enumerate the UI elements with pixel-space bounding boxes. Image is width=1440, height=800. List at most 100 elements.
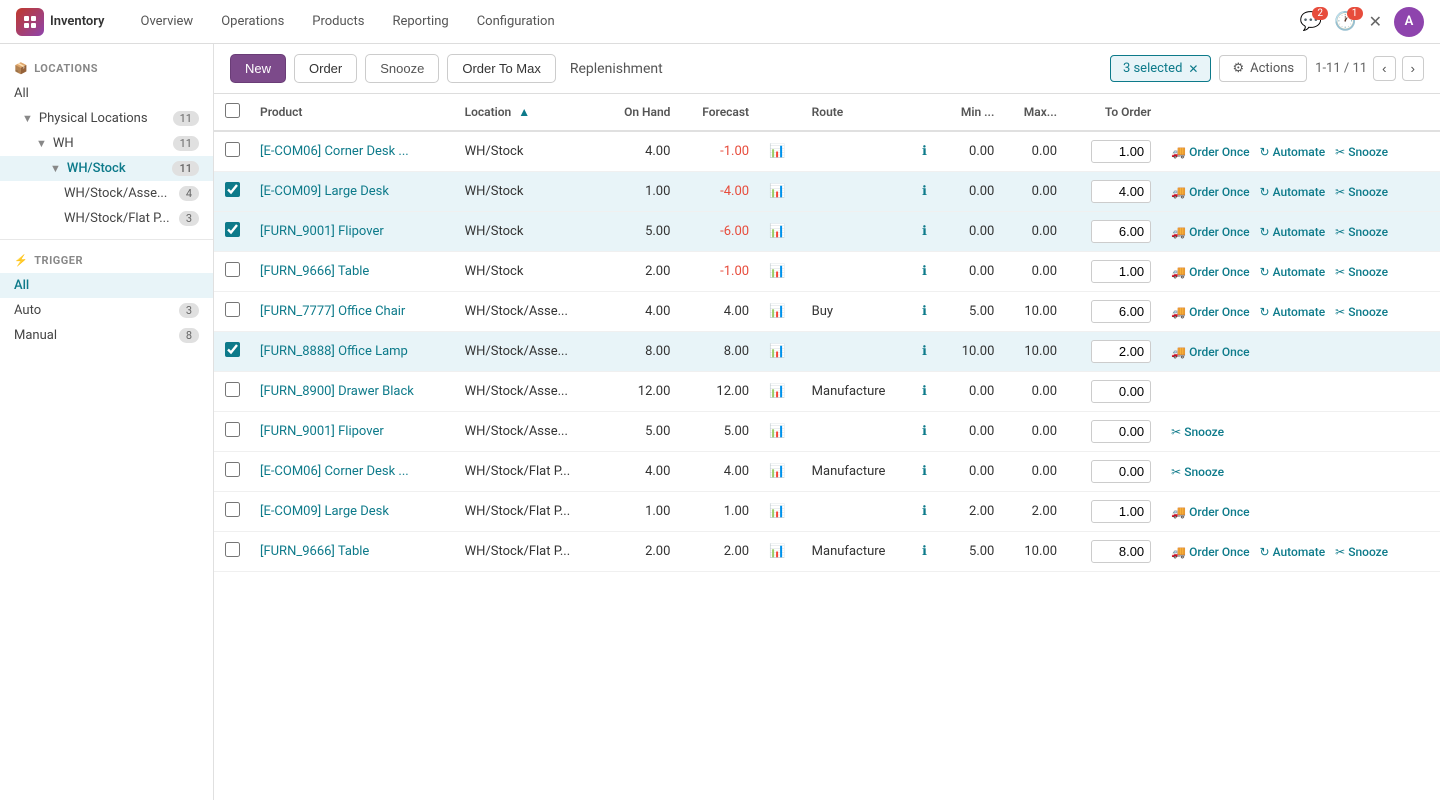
close-icon[interactable]: ✕ bbox=[1369, 12, 1382, 31]
sidebar-wh-stock-asse[interactable]: WH/Stock/Asse... 4 bbox=[0, 181, 213, 206]
snooze-link[interactable]: ✂ Snooze bbox=[1171, 465, 1224, 479]
info-icon[interactable]: ℹ bbox=[922, 544, 927, 559]
to-order-cell[interactable] bbox=[1067, 292, 1161, 332]
row-checkbox[interactable] bbox=[225, 382, 240, 397]
chart-icon[interactable]: 📊 bbox=[769, 144, 785, 159]
product-cell[interactable]: [FURN_9666] Table bbox=[250, 252, 455, 292]
user-avatar[interactable]: A bbox=[1394, 7, 1424, 37]
chart-icon[interactable]: 📊 bbox=[769, 504, 785, 519]
info-icon-cell[interactable]: ℹ bbox=[912, 492, 941, 532]
info-icon[interactable]: ℹ bbox=[922, 344, 927, 359]
to-order-input[interactable] bbox=[1091, 380, 1151, 403]
next-page-button[interactable]: › bbox=[1402, 56, 1424, 81]
info-icon-cell[interactable]: ℹ bbox=[912, 332, 941, 372]
to-order-cell[interactable] bbox=[1067, 131, 1161, 172]
chart-icon[interactable]: 📊 bbox=[769, 424, 785, 439]
snooze-link[interactable]: ✂ Snooze bbox=[1335, 265, 1388, 279]
info-icon[interactable]: ℹ bbox=[922, 264, 927, 279]
to-order-input[interactable] bbox=[1091, 300, 1151, 323]
order-once-link[interactable]: 🚚 Order Once bbox=[1171, 505, 1249, 519]
chart-icon-cell[interactable]: 📊 bbox=[759, 172, 802, 212]
automate-link[interactable]: ↻ Automate bbox=[1260, 545, 1326, 559]
snooze-link[interactable]: ✂ Snooze bbox=[1335, 305, 1388, 319]
to-order-cell[interactable] bbox=[1067, 252, 1161, 292]
snooze-link[interactable]: ✂ Snooze bbox=[1335, 225, 1388, 239]
chart-icon-cell[interactable]: 📊 bbox=[759, 332, 802, 372]
snooze-link[interactable]: ✂ Snooze bbox=[1171, 425, 1224, 439]
row-checkbox[interactable] bbox=[225, 262, 240, 277]
messages-button[interactable]: 💬 2 bbox=[1300, 11, 1322, 32]
to-order-input[interactable] bbox=[1091, 180, 1151, 203]
to-order-input[interactable] bbox=[1091, 140, 1151, 163]
info-icon-cell[interactable]: ℹ bbox=[912, 452, 941, 492]
automate-link[interactable]: ↻ Automate bbox=[1260, 265, 1326, 279]
order-once-link[interactable]: 🚚 Order Once bbox=[1171, 145, 1249, 159]
chart-icon-cell[interactable]: 📊 bbox=[759, 452, 802, 492]
to-order-input[interactable] bbox=[1091, 260, 1151, 283]
selected-badge[interactable]: 3 selected ✕ bbox=[1110, 55, 1212, 82]
row-checkbox[interactable] bbox=[225, 462, 240, 477]
sidebar-physical-locations[interactable]: ▼ Physical Locations 11 bbox=[0, 106, 213, 131]
to-order-input[interactable] bbox=[1091, 220, 1151, 243]
info-icon-cell[interactable]: ℹ bbox=[912, 372, 941, 412]
info-icon-cell[interactable]: ℹ bbox=[912, 292, 941, 332]
to-order-input[interactable] bbox=[1091, 460, 1151, 483]
to-order-cell[interactable] bbox=[1067, 452, 1161, 492]
to-order-input[interactable] bbox=[1091, 500, 1151, 523]
chart-icon-cell[interactable]: 📊 bbox=[759, 532, 802, 572]
product-cell[interactable]: [E-COM09] Large Desk bbox=[250, 172, 455, 212]
info-icon[interactable]: ℹ bbox=[922, 144, 927, 159]
automate-link[interactable]: ↻ Automate bbox=[1260, 145, 1326, 159]
nav-configuration[interactable]: Configuration bbox=[465, 8, 567, 35]
info-icon-cell[interactable]: ℹ bbox=[912, 212, 941, 252]
row-checkbox[interactable] bbox=[225, 542, 240, 557]
chart-icon[interactable]: 📊 bbox=[769, 384, 785, 399]
info-icon-cell[interactable]: ℹ bbox=[912, 252, 941, 292]
chart-icon-cell[interactable]: 📊 bbox=[759, 292, 802, 332]
product-cell[interactable]: [E-COM06] Corner Desk ... bbox=[250, 131, 455, 172]
to-order-input[interactable] bbox=[1091, 540, 1151, 563]
nav-products[interactable]: Products bbox=[300, 8, 376, 35]
sidebar-wh[interactable]: ▼ WH 11 bbox=[0, 131, 213, 156]
order-once-link[interactable]: 🚚 Order Once bbox=[1171, 185, 1249, 199]
order-once-link[interactable]: 🚚 Order Once bbox=[1171, 225, 1249, 239]
to-order-cell[interactable] bbox=[1067, 332, 1161, 372]
info-icon[interactable]: ℹ bbox=[922, 304, 927, 319]
row-checkbox[interactable] bbox=[225, 342, 240, 357]
to-order-input[interactable] bbox=[1091, 420, 1151, 443]
snooze-link[interactable]: ✂ Snooze bbox=[1335, 545, 1388, 559]
sidebar-trigger-auto[interactable]: Auto 3 bbox=[0, 298, 213, 323]
info-icon[interactable]: ℹ bbox=[922, 384, 927, 399]
info-icon-cell[interactable]: ℹ bbox=[912, 532, 941, 572]
sidebar-all[interactable]: All bbox=[0, 81, 213, 106]
product-cell[interactable]: [FURN_9001] Flipover bbox=[250, 412, 455, 452]
info-icon[interactable]: ℹ bbox=[922, 464, 927, 479]
to-order-cell[interactable] bbox=[1067, 532, 1161, 572]
order-once-link[interactable]: 🚚 Order Once bbox=[1171, 345, 1249, 359]
sidebar-trigger-manual[interactable]: Manual 8 bbox=[0, 323, 213, 348]
info-icon[interactable]: ℹ bbox=[922, 424, 927, 439]
row-checkbox[interactable] bbox=[225, 182, 240, 197]
tree-toggle-physical[interactable]: ▼ bbox=[22, 112, 33, 125]
to-order-cell[interactable] bbox=[1067, 412, 1161, 452]
order-to-max-button[interactable]: Order To Max bbox=[447, 54, 556, 83]
chart-icon[interactable]: 📊 bbox=[769, 224, 785, 239]
chart-icon[interactable]: 📊 bbox=[769, 344, 785, 359]
product-cell[interactable]: [FURN_7777] Office Chair bbox=[250, 292, 455, 332]
tree-toggle-wh[interactable]: ▼ bbox=[36, 137, 47, 150]
chart-icon-cell[interactable]: 📊 bbox=[759, 412, 802, 452]
nav-overview[interactable]: Overview bbox=[129, 8, 206, 35]
row-checkbox[interactable] bbox=[225, 422, 240, 437]
chart-icon-cell[interactable]: 📊 bbox=[759, 212, 802, 252]
product-cell[interactable]: [FURN_9001] Flipover bbox=[250, 212, 455, 252]
automate-link[interactable]: ↻ Automate bbox=[1260, 305, 1326, 319]
row-checkbox[interactable] bbox=[225, 142, 240, 157]
chart-icon[interactable]: 📊 bbox=[769, 464, 785, 479]
product-cell[interactable]: [FURN_8888] Office Lamp bbox=[250, 332, 455, 372]
info-icon[interactable]: ℹ bbox=[922, 184, 927, 199]
chart-icon[interactable]: 📊 bbox=[769, 544, 785, 559]
automate-link[interactable]: ↻ Automate bbox=[1260, 185, 1326, 199]
chart-icon[interactable]: 📊 bbox=[769, 304, 785, 319]
product-cell[interactable]: [FURN_8900] Drawer Black bbox=[250, 372, 455, 412]
actions-button[interactable]: ⚙ Actions bbox=[1219, 55, 1307, 82]
